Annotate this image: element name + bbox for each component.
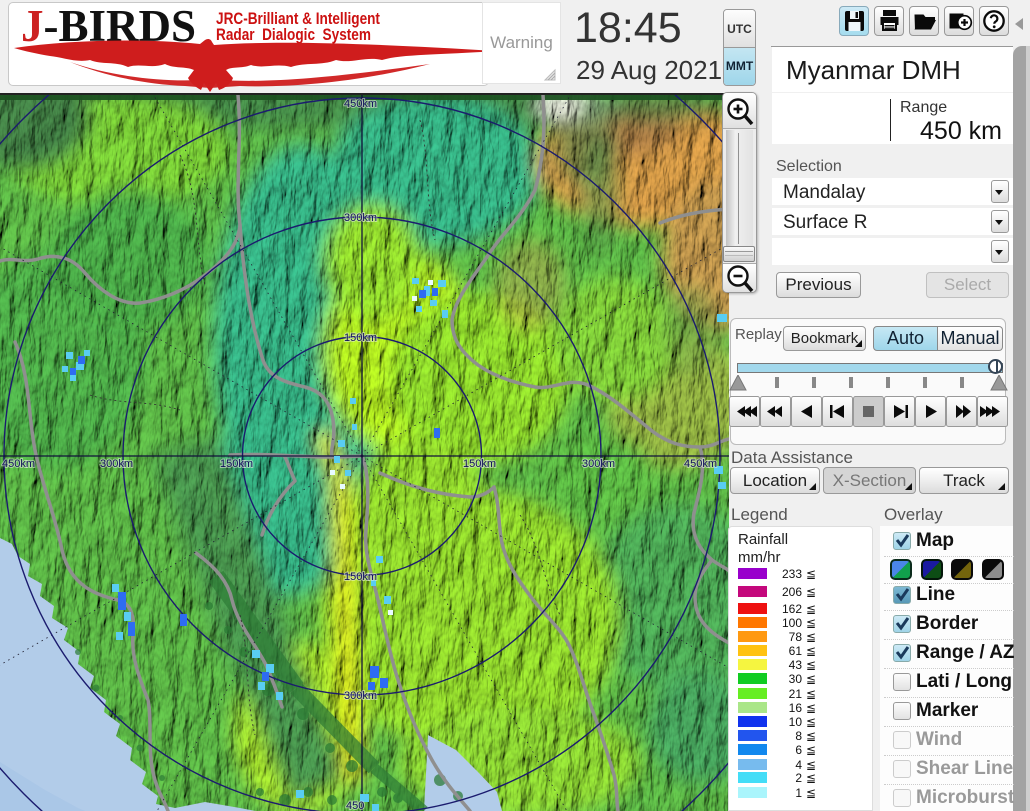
svg-text:61: 61	[789, 644, 803, 658]
svg-text:16: 16	[789, 701, 803, 715]
svg-text:300km: 300km	[344, 690, 377, 702]
svg-text:450km: 450km	[344, 98, 377, 110]
svg-text:30: 30	[789, 672, 803, 686]
svg-text:≦: ≦	[806, 567, 816, 581]
svg-text:≦: ≦	[806, 658, 816, 672]
svg-text:≦: ≦	[806, 786, 816, 800]
svg-text:8: 8	[795, 729, 802, 743]
svg-text:150km: 150km	[344, 332, 377, 344]
svg-text:162: 162	[782, 602, 802, 616]
svg-text:300km: 300km	[100, 458, 133, 470]
svg-text:21: 21	[789, 687, 803, 701]
svg-text:233: 233	[782, 567, 802, 581]
svg-text:≦: ≦	[806, 687, 816, 701]
svg-text:≦: ≦	[806, 771, 816, 785]
svg-text:≦: ≦	[806, 672, 816, 686]
svg-text:43: 43	[789, 658, 803, 672]
svg-text:≦: ≦	[806, 758, 816, 772]
svg-text:450km: 450km	[684, 458, 717, 470]
svg-text:≦: ≦	[806, 743, 816, 757]
svg-text:150km: 150km	[220, 458, 253, 470]
svg-text:78: 78	[789, 630, 803, 644]
svg-text:450: 450	[346, 800, 364, 811]
svg-text:≦: ≦	[806, 715, 816, 729]
svg-text:≦: ≦	[806, 585, 816, 599]
svg-text:4: 4	[795, 758, 802, 772]
svg-text:206: 206	[782, 585, 802, 599]
svg-text:10: 10	[789, 715, 803, 729]
svg-text:≦: ≦	[806, 644, 816, 658]
svg-text:150km: 150km	[344, 571, 377, 583]
svg-text:≦: ≦	[806, 630, 816, 644]
svg-text:300km: 300km	[582, 458, 615, 470]
svg-text:150km: 150km	[463, 458, 496, 470]
svg-text:6: 6	[795, 743, 802, 757]
svg-text:100: 100	[782, 616, 802, 630]
svg-text:2: 2	[795, 771, 802, 785]
svg-text:≦: ≦	[806, 701, 816, 715]
svg-text:300km: 300km	[344, 212, 377, 224]
svg-text:≦: ≦	[806, 729, 816, 743]
svg-text:1: 1	[795, 786, 802, 800]
svg-text:≦: ≦	[806, 602, 816, 616]
svg-text:450km: 450km	[2, 458, 35, 470]
svg-text:≦: ≦	[806, 616, 816, 630]
